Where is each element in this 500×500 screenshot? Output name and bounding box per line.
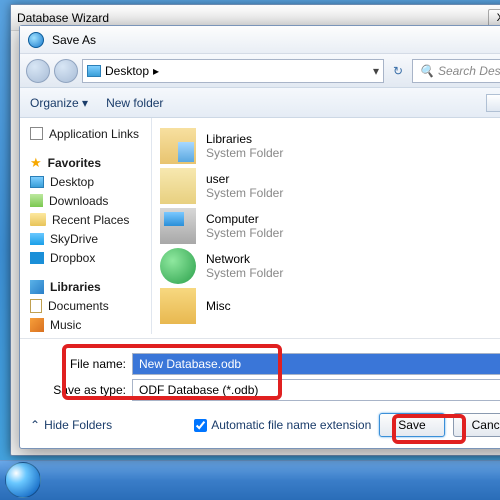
save-as-dialog: Save As Desktop ▸ ▾ ↻ 🔍 Search Desktop O… — [19, 25, 500, 449]
list-item[interactable]: userSystem Folder — [160, 166, 500, 206]
search-input[interactable]: 🔍 Search Desktop — [412, 59, 500, 83]
desktop-icon — [87, 65, 101, 77]
dropbox-icon — [30, 252, 44, 264]
list-item[interactable]: LibrariesSystem Folder — [160, 126, 500, 166]
save-button[interactable]: Save — [379, 413, 444, 437]
organize-menu[interactable]: Organize ▾ — [30, 96, 88, 110]
back-button[interactable] — [26, 59, 50, 83]
desktop-icon — [30, 176, 44, 188]
sidebar-item-downloads[interactable]: Downloads — [30, 191, 147, 210]
auto-extension-checkbox[interactable]: Automatic file name extension — [194, 418, 371, 432]
network-icon — [160, 248, 196, 284]
outer-window-title: Database Wizard — [17, 11, 109, 25]
sidebar-item-desktop[interactable]: Desktop — [30, 172, 147, 191]
filetype-label: Save as type: — [30, 383, 126, 397]
links-icon — [30, 127, 43, 140]
list-item[interactable]: ComputerSystem Folder — [160, 206, 500, 246]
libraries-icon — [160, 128, 196, 164]
database-wizard-window: Database Wizard X Save As Desktop ▸ ▾ ↻ … — [10, 4, 500, 456]
new-folder-button[interactable]: New folder — [106, 96, 163, 110]
filename-input[interactable] — [132, 353, 500, 375]
folder-icon — [160, 288, 196, 324]
close-icon[interactable]: X — [488, 9, 500, 27]
download-icon — [30, 194, 43, 207]
dialog-icon — [28, 32, 44, 48]
sidebar-item-music[interactable]: Music — [30, 315, 147, 334]
chevron-up-icon: ⌃ — [30, 418, 40, 432]
dialog-title: Save As — [52, 33, 96, 47]
sidebar-section-libraries[interactable]: Libraries — [30, 277, 147, 296]
folder-icon — [30, 213, 46, 226]
star-icon: ★ — [30, 155, 42, 171]
list-item[interactable]: NetworkSystem Folder — [160, 246, 500, 286]
filename-label: File name: — [30, 357, 126, 371]
search-icon: 🔍 — [419, 64, 434, 78]
view-mode-button[interactable] — [486, 94, 500, 112]
hide-folders-button[interactable]: ⌃ Hide Folders — [30, 418, 112, 432]
cloud-icon — [30, 233, 44, 245]
list-item[interactable]: Misc — [160, 286, 500, 326]
sidebar-item-dropbox[interactable]: Dropbox — [30, 248, 147, 267]
chevron-right-icon: ▸ — [153, 64, 159, 78]
breadcrumb[interactable]: Desktop ▸ ▾ — [82, 59, 384, 83]
user-folder-icon — [160, 168, 196, 204]
sidebar-item-documents[interactable]: Documents — [30, 296, 147, 315]
computer-icon — [160, 208, 196, 244]
sidebar: Application Links ★Favorites Desktop Dow… — [20, 118, 152, 334]
chevron-down-icon[interactable]: ▾ — [373, 64, 379, 78]
sidebar-item-app-links[interactable]: Application Links — [30, 124, 147, 143]
music-icon — [30, 318, 44, 332]
document-icon — [30, 299, 42, 313]
cancel-button[interactable]: Cancel — [453, 413, 500, 437]
sidebar-item-skydrive[interactable]: SkyDrive — [30, 229, 147, 248]
start-button[interactable] — [5, 462, 41, 498]
path-root: Desktop — [105, 64, 149, 78]
sidebar-item-recent[interactable]: Recent Places — [30, 210, 147, 229]
refresh-icon[interactable]: ↻ — [388, 61, 408, 81]
libraries-icon — [30, 280, 44, 294]
filetype-select[interactable]: ODF Database (*.odb) ▾ — [132, 379, 500, 401]
file-list[interactable]: LibrariesSystem Folder userSystem Folder… — [152, 118, 500, 334]
search-placeholder: Search Desktop — [438, 64, 500, 78]
forward-button[interactable] — [54, 59, 78, 83]
sidebar-section-favorites[interactable]: ★Favorites — [30, 153, 147, 172]
